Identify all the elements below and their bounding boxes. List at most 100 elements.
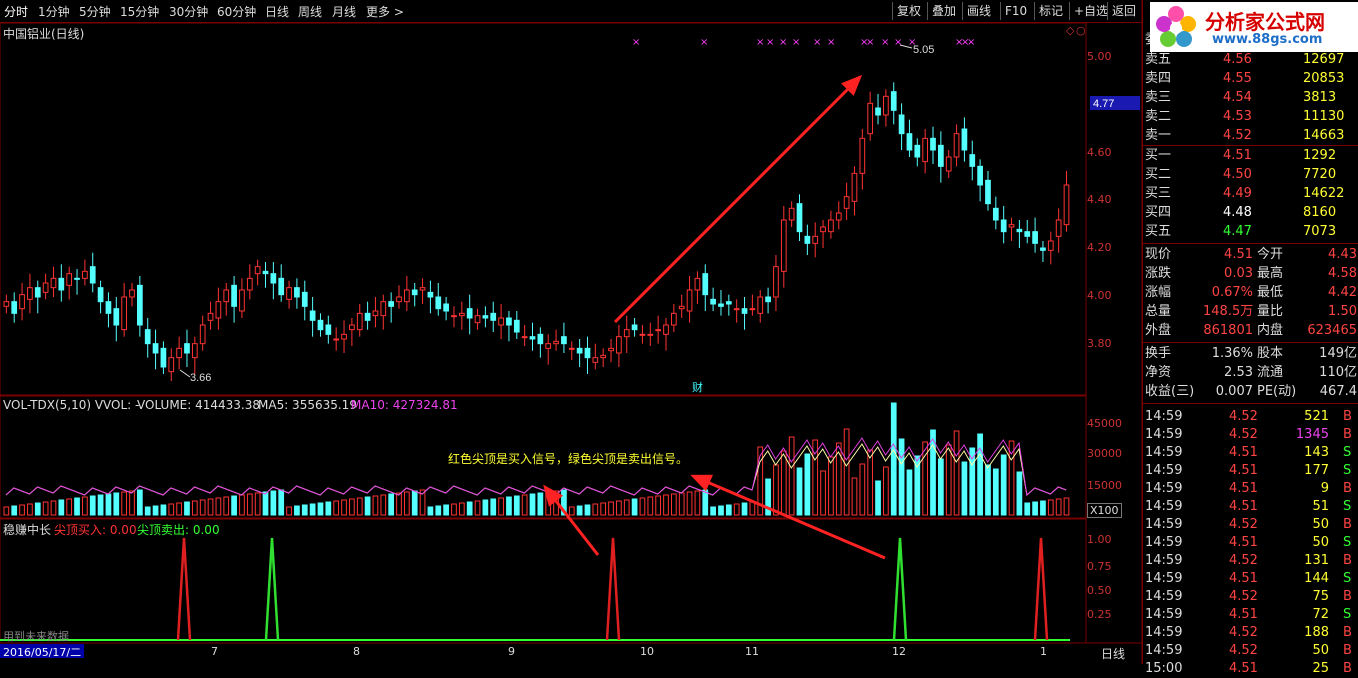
tick-side: S: [1343, 463, 1352, 478]
bid-2-label: 买三: [1145, 186, 1172, 201]
volume-bar: [867, 449, 874, 516]
volume-bar: [137, 489, 143, 516]
volume-bar: [231, 495, 237, 516]
volume-bar: [906, 469, 913, 516]
candle-body: [953, 133, 960, 158]
candle-body: [945, 156, 952, 172]
tick-time: 14:59: [1145, 607, 1183, 622]
candle-body: [506, 317, 512, 326]
candle-body: [702, 273, 709, 296]
ask-3-vol: 11130: [1303, 109, 1345, 124]
candle-body: [513, 319, 520, 333]
signal-cross: ×: [967, 37, 975, 48]
signal-cross: ×: [908, 37, 916, 48]
tick-vol: 177: [1304, 463, 1329, 478]
candle-body: [521, 336, 528, 339]
candle-body: [718, 303, 724, 307]
tick-vol: 9: [1320, 481, 1329, 496]
volume-bar: [788, 436, 795, 516]
volume-bar: [458, 502, 465, 516]
signal-cross: ×: [756, 37, 764, 48]
volume-bar: [820, 470, 826, 516]
buy-signal-arrow: [543, 484, 600, 556]
kline-chart[interactable]: 5.05 3.66 财 4.77 × × × × × × × × ×× × × × ×××: [0, 0, 1142, 664]
volume-bar: [490, 498, 497, 516]
signal-cross: ×: [894, 37, 902, 48]
month-8: 8: [353, 645, 360, 658]
tick-vol: 1345: [1295, 427, 1329, 442]
diamond-icon[interactable]: ◇: [1066, 24, 1074, 37]
volume-bar: [404, 491, 410, 516]
tick-vol: 75: [1312, 589, 1329, 604]
candle-body: [804, 235, 811, 244]
tick-side: B: [1343, 409, 1352, 424]
bid-4-label: 买五: [1145, 224, 1172, 239]
tick-price: 4.51: [1229, 463, 1258, 478]
bid-4-vol: 7073: [1303, 224, 1337, 239]
ask-1-vol: 20853: [1303, 71, 1345, 86]
candle-body: [58, 277, 65, 291]
volume-bar: [152, 505, 159, 516]
volume-bar: [529, 493, 536, 516]
tick-vol: 50: [1312, 517, 1329, 532]
candle-body: [207, 312, 214, 321]
close-icon[interactable]: ○: [1076, 24, 1086, 37]
volume-bar: [576, 505, 583, 516]
candle-body: [773, 266, 779, 298]
candle-body: [780, 219, 787, 272]
candles-group: [3, 82, 1070, 381]
volume-bar: [883, 466, 889, 516]
volume-bar: [482, 499, 489, 516]
volume-bar: [875, 480, 881, 516]
tick-side: B: [1343, 625, 1352, 640]
volume-bar: [207, 498, 214, 516]
candle-body: [568, 347, 575, 350]
candle-body: [309, 310, 316, 321]
volume-bar: [953, 430, 960, 516]
volume-bar: [160, 504, 167, 516]
candle-body: [278, 277, 285, 296]
tick-side: B: [1343, 553, 1352, 568]
candle-body: [341, 333, 347, 340]
candle-body: [34, 287, 41, 298]
volume-bar: [600, 502, 607, 516]
month-9: 9: [508, 645, 515, 658]
volume-bar: [506, 496, 512, 516]
signal-cross: ×: [792, 37, 800, 48]
signal-cross: ×: [766, 37, 774, 48]
quote-panel: 委 卖五4.5612697卖四4.5520853卖三4.543813卖二4.53…: [1142, 0, 1358, 676]
month-1: 1: [1040, 645, 1047, 658]
volume-bar: [992, 468, 999, 516]
volume-bar: [843, 428, 850, 516]
period-label[interactable]: 日线: [1101, 645, 1125, 662]
volume-bar: [568, 506, 575, 516]
extra-l2-1: 流通: [1257, 365, 1284, 380]
candle-body: [592, 357, 599, 363]
tick-vol: 188: [1304, 625, 1329, 640]
stats-v1-1: 0.03: [1224, 266, 1253, 281]
candle-body: [961, 128, 968, 151]
vol-tick-45000: 45000: [1087, 417, 1122, 430]
vol-header: VOL-TDX(5,10) VVOL: -: [3, 398, 140, 412]
signal-annotation: 红色尖顶是买入信号，绿色尖顶是卖出信号。: [448, 452, 689, 466]
volume-bar: [50, 500, 57, 516]
sell-spike: [264, 537, 280, 641]
tick-price: 4.51: [1229, 661, 1258, 676]
volume-bar: [270, 490, 277, 516]
bid-0-price: 4.51: [1223, 148, 1252, 163]
candle-body: [137, 284, 143, 326]
candle-body: [938, 144, 944, 167]
bid-3-label: 买四: [1145, 205, 1172, 220]
volume-bar: [1063, 497, 1070, 516]
candle-body: [1063, 184, 1070, 226]
indicator-group: [0, 537, 1070, 641]
candle-body: [663, 324, 669, 335]
ind-tick-050: 0.50: [1087, 584, 1112, 597]
volume-bar: [647, 496, 654, 516]
price-tick-400: 4.00: [1087, 289, 1112, 302]
candle-body: [443, 303, 449, 312]
candle-body: [191, 343, 198, 359]
vol-ma10: MA10: 427324.81: [351, 398, 458, 412]
low-marker-line: [179, 369, 191, 378]
volume-bar: [427, 506, 434, 516]
